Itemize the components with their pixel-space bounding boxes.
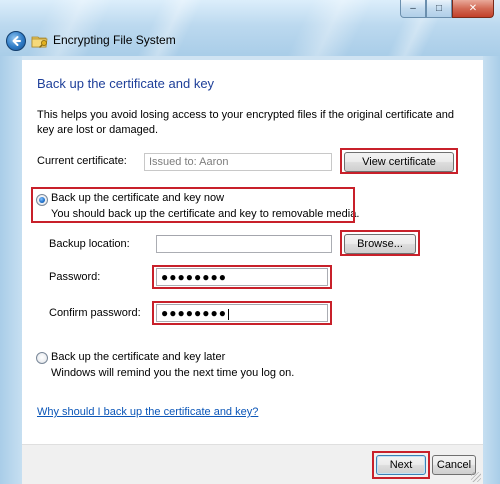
intro-text-line1: This helps you avoid losing access to yo… bbox=[37, 109, 454, 121]
close-icon: ✕ bbox=[468, 3, 478, 14]
password-input[interactable]: ●●●●●●●● bbox=[156, 268, 328, 286]
backup-later-description: Windows will remind you the next time yo… bbox=[51, 367, 295, 379]
wizard-footer: Next Cancel bbox=[22, 444, 483, 484]
minimize-button[interactable]: – bbox=[400, 0, 426, 18]
intro-text-line2: key are lost or damaged. bbox=[37, 124, 159, 136]
page-heading: Back up the certificate and key bbox=[37, 76, 215, 91]
window-frame-right bbox=[483, 56, 500, 484]
close-button[interactable]: ✕ bbox=[452, 0, 494, 18]
current-certificate-field: Issued to: Aaron bbox=[144, 153, 332, 171]
backup-now-description: You should back up the certificate and k… bbox=[51, 208, 360, 220]
browse-button[interactable]: Browse... bbox=[344, 234, 416, 254]
maximize-button[interactable]: □ bbox=[426, 0, 452, 18]
minimize-icon: – bbox=[410, 3, 416, 14]
help-link[interactable]: Why should I back up the certificate and… bbox=[37, 404, 258, 420]
backup-later-radio[interactable] bbox=[36, 352, 48, 364]
glass-decoration bbox=[286, 0, 374, 56]
confirm-password-input[interactable]: ●●●●●●●● bbox=[156, 304, 328, 322]
password-label: Password: bbox=[49, 271, 101, 283]
glass-decoration bbox=[136, 0, 204, 56]
backup-location-label: Backup location: bbox=[49, 238, 130, 250]
current-certificate-label: Current certificate: bbox=[37, 155, 127, 167]
resize-grip[interactable] bbox=[471, 472, 481, 482]
efs-icon bbox=[31, 36, 48, 48]
next-button[interactable]: Next bbox=[376, 455, 426, 475]
maximize-icon: □ bbox=[435, 3, 443, 14]
window-controls: – □ ✕ bbox=[400, 0, 494, 18]
title-bar: – □ ✕ Encrypting File System bbox=[0, 0, 500, 56]
backup-now-radio[interactable] bbox=[36, 194, 48, 206]
cancel-button[interactable]: Cancel bbox=[432, 455, 476, 475]
backup-now-label[interactable]: Back up the certificate and key now bbox=[51, 190, 224, 206]
confirm-password-value: ●●●●●●●● bbox=[161, 306, 227, 320]
window-title: Encrypting File System bbox=[53, 33, 176, 47]
view-certificate-button[interactable]: View certificate bbox=[344, 152, 454, 172]
content-pane: Back up the certificate and key This hel… bbox=[22, 60, 483, 444]
back-button[interactable] bbox=[6, 31, 26, 51]
backup-later-label[interactable]: Back up the certificate and key later bbox=[51, 349, 225, 365]
password-value: ●●●●●●●● bbox=[161, 270, 227, 284]
backup-location-input[interactable] bbox=[156, 235, 332, 253]
window-frame-left bbox=[0, 56, 22, 484]
text-caret bbox=[227, 308, 229, 320]
confirm-password-label: Confirm password: bbox=[49, 307, 141, 319]
back-arrow-icon bbox=[12, 36, 21, 46]
